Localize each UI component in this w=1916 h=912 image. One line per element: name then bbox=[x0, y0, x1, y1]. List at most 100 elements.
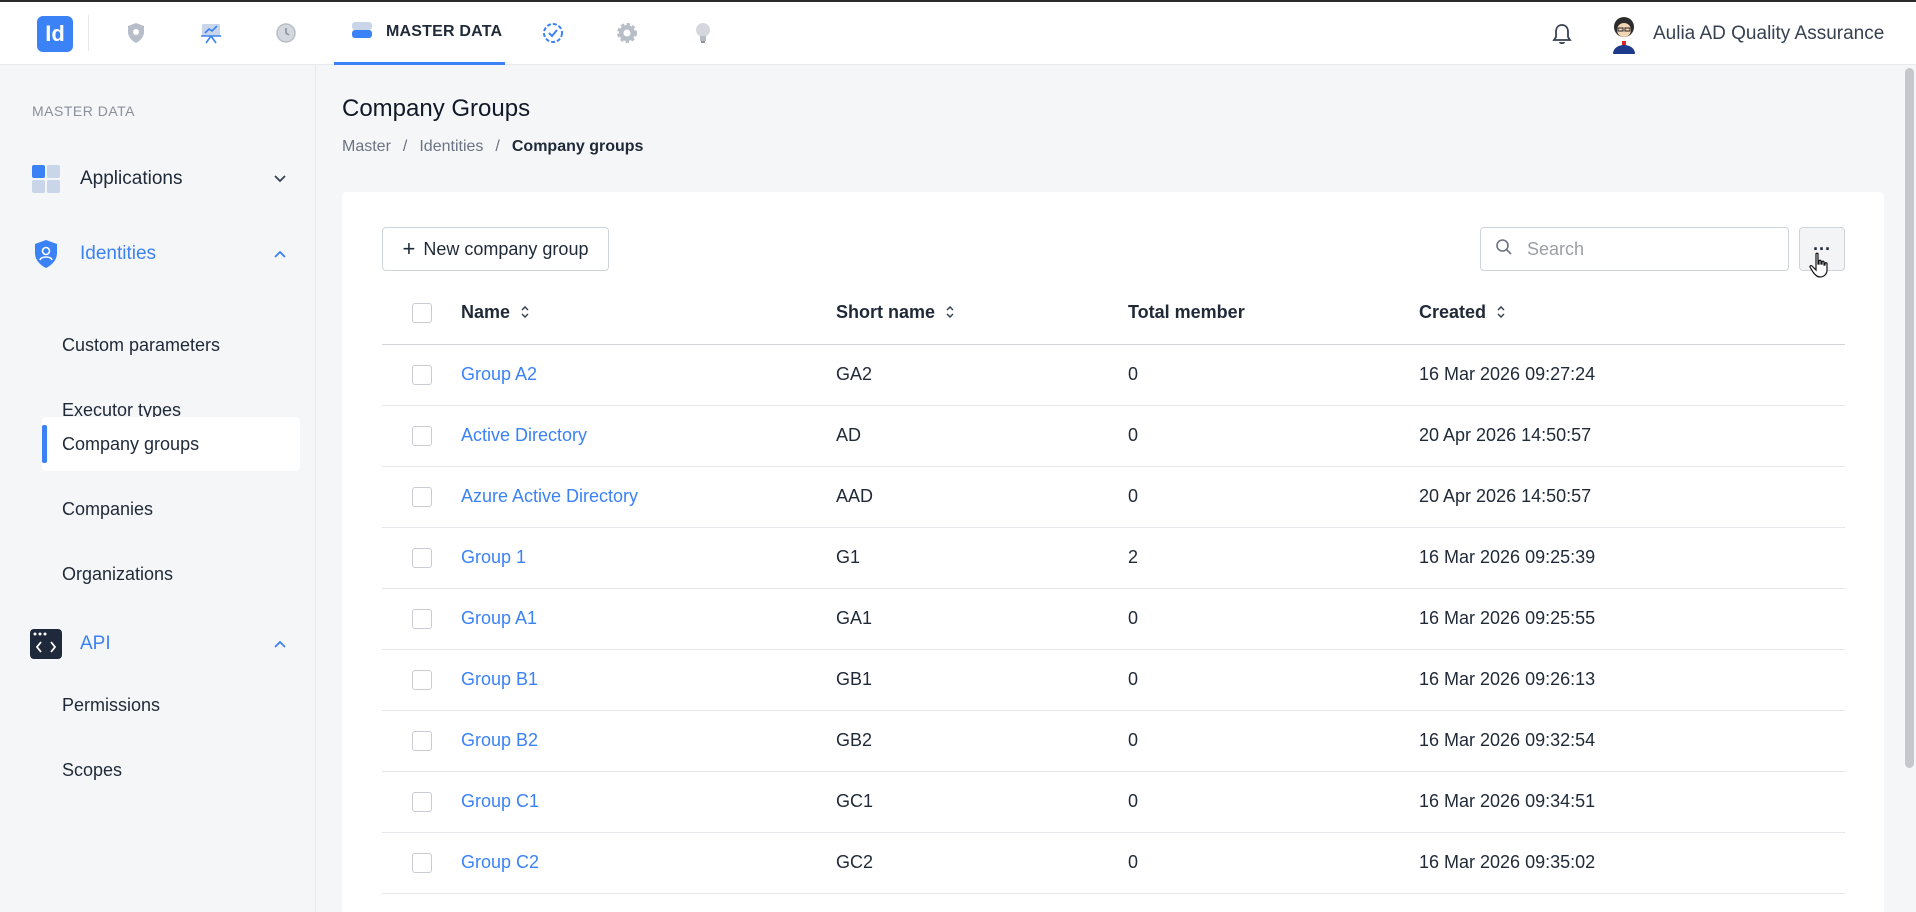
sidebar-group-identities[interactable]: Identities bbox=[30, 234, 290, 274]
breadcrumb-identities[interactable]: Identities bbox=[419, 138, 483, 156]
avatar[interactable] bbox=[1605, 14, 1643, 54]
cell-total-member: 0 bbox=[1128, 832, 1419, 894]
cell-created: 16 Mar 2026 09:26:13 bbox=[1419, 649, 1845, 711]
gear-icon[interactable] bbox=[614, 20, 640, 46]
sidebar: MASTER DATA Applications Identities Cust… bbox=[0, 65, 316, 912]
row-checkbox-cell bbox=[382, 466, 461, 528]
header-total-member: Total member bbox=[1128, 282, 1419, 345]
cell-short-name: G1 bbox=[836, 527, 1128, 589]
app-page: Id MASTER DATA Aulia AD Quality Assuranc… bbox=[0, 0, 1916, 912]
select-all-checkbox[interactable] bbox=[412, 303, 432, 324]
row-checkbox-cell bbox=[382, 832, 461, 894]
sort-icon[interactable] bbox=[520, 303, 530, 324]
database-icon bbox=[350, 19, 374, 46]
table-row: Group C2 GC2 0 16 Mar 2026 09:35:02 bbox=[382, 832, 1845, 894]
sidebar-group-label: Applications bbox=[80, 168, 183, 189]
new-company-group-label: New company group bbox=[423, 238, 589, 259]
group-name-link[interactable]: Group C1 bbox=[461, 791, 539, 811]
row-checkbox[interactable] bbox=[412, 365, 432, 386]
cell-total-member: 0 bbox=[1128, 466, 1419, 528]
cell-name: Group 1 bbox=[461, 527, 836, 589]
sidebar-group-api[interactable]: API bbox=[30, 624, 290, 664]
header-name[interactable]: Name bbox=[461, 282, 836, 345]
sidebar-item-custom-parameters[interactable]: Custom parameters bbox=[42, 318, 300, 372]
cell-short-name: GB1 bbox=[836, 649, 1128, 711]
row-checkbox[interactable] bbox=[412, 731, 432, 752]
apps-grid-icon bbox=[30, 163, 62, 195]
sidebar-item-scopes[interactable]: Scopes bbox=[42, 743, 300, 797]
sort-icon[interactable] bbox=[1496, 303, 1506, 324]
group-name-link[interactable]: Group A2 bbox=[461, 364, 537, 384]
lightbulb-icon[interactable] bbox=[690, 20, 716, 46]
cell-total-member: 0 bbox=[1128, 649, 1419, 711]
main-content: Company Groups Master / Identities / Com… bbox=[316, 65, 1916, 912]
top-bar: Id MASTER DATA Aulia AD Quality Assuranc… bbox=[0, 2, 1916, 65]
cell-name: Azure Active Directory bbox=[461, 466, 836, 528]
search-box[interactable] bbox=[1480, 227, 1789, 271]
sidebar-heading: MASTER DATA bbox=[32, 103, 135, 119]
shield-icon[interactable] bbox=[123, 20, 149, 46]
check-badge-icon[interactable] bbox=[540, 20, 566, 46]
cell-created: 16 Mar 2026 09:25:55 bbox=[1419, 588, 1845, 650]
clock-icon[interactable] bbox=[273, 20, 299, 46]
cell-total-member: 2 bbox=[1128, 527, 1419, 589]
table-row: Group C1 GC1 0 16 Mar 2026 09:34:51 bbox=[382, 771, 1845, 833]
group-name-link[interactable]: Group B2 bbox=[461, 730, 538, 750]
cell-created: 16 Mar 2026 09:32:54 bbox=[1419, 710, 1845, 772]
group-name-link[interactable]: Active Directory bbox=[461, 425, 587, 445]
company-groups-table: Name Short name Total member Created Gro… bbox=[382, 282, 1845, 894]
cell-total-member: 0 bbox=[1128, 771, 1419, 833]
sidebar-item-organizations[interactable]: Organizations bbox=[42, 547, 300, 601]
new-company-group-button[interactable]: + New company group bbox=[382, 227, 609, 271]
sidebar-item-company-groups[interactable]: Company groups bbox=[42, 417, 300, 471]
header-short-name[interactable]: Short name bbox=[836, 282, 1128, 345]
sidebar-item-permissions[interactable]: Permissions bbox=[42, 678, 300, 732]
search-input[interactable] bbox=[1527, 238, 1767, 260]
cell-total-member: 0 bbox=[1128, 588, 1419, 650]
cell-short-name: GC1 bbox=[836, 771, 1128, 833]
cell-created: 16 Mar 2026 09:25:39 bbox=[1419, 527, 1845, 589]
table-card: + New company group ··· Name Short n bbox=[342, 192, 1884, 912]
row-checkbox[interactable] bbox=[412, 487, 432, 508]
chevron-up-icon[interactable] bbox=[270, 634, 290, 654]
chevron-up-icon[interactable] bbox=[270, 244, 290, 264]
row-checkbox[interactable] bbox=[412, 548, 432, 569]
hand-cursor-icon bbox=[1809, 252, 1831, 283]
cell-name: Group A1 bbox=[461, 588, 836, 650]
row-checkbox[interactable] bbox=[412, 609, 432, 630]
sidebar-item-companies[interactable]: Companies bbox=[42, 482, 300, 536]
sidebar-group-applications[interactable]: Applications bbox=[30, 159, 290, 199]
bell-icon[interactable] bbox=[1551, 22, 1573, 51]
group-name-link[interactable]: Group B1 bbox=[461, 669, 538, 689]
page-scrollbar[interactable] bbox=[1905, 68, 1914, 768]
breadcrumb-master[interactable]: Master bbox=[342, 138, 391, 156]
header-created[interactable]: Created bbox=[1419, 282, 1845, 345]
breadcrumb-separator: / bbox=[402, 138, 408, 155]
app-logo[interactable]: Id bbox=[37, 16, 73, 52]
chevron-down-icon[interactable] bbox=[270, 169, 290, 189]
sidebar-group-label: Identities bbox=[80, 243, 157, 264]
tab-master-data[interactable]: MASTER DATA bbox=[334, 2, 505, 65]
row-checkbox[interactable] bbox=[412, 853, 432, 874]
group-name-link[interactable]: Group A1 bbox=[461, 608, 537, 628]
table-row: Active Directory AD 0 20 Apr 2026 14:50:57 bbox=[382, 405, 1845, 467]
group-name-link[interactable]: Group 1 bbox=[461, 547, 526, 567]
row-checkbox-cell bbox=[382, 771, 461, 833]
cell-total-member: 0 bbox=[1128, 710, 1419, 772]
row-checkbox[interactable] bbox=[412, 792, 432, 813]
user-name[interactable]: Aulia AD Quality Assurance bbox=[1653, 23, 1884, 45]
cell-name: Group C1 bbox=[461, 771, 836, 833]
header-name-label: Name bbox=[461, 301, 511, 322]
cell-name: Group C2 bbox=[461, 832, 836, 894]
presentation-icon[interactable] bbox=[198, 20, 224, 46]
cell-short-name: GB2 bbox=[836, 710, 1128, 772]
table-row: Group B1 GB1 0 16 Mar 2026 09:26:13 bbox=[382, 649, 1845, 711]
sort-icon[interactable] bbox=[945, 303, 955, 324]
sidebar-group-label: API bbox=[80, 633, 111, 654]
row-checkbox[interactable] bbox=[412, 426, 432, 447]
row-checkbox[interactable] bbox=[412, 670, 432, 691]
breadcrumb-current: Company groups bbox=[511, 138, 644, 155]
group-name-link[interactable]: Group C2 bbox=[461, 852, 539, 872]
page-title: Company Groups bbox=[342, 95, 531, 122]
group-name-link[interactable]: Azure Active Directory bbox=[461, 486, 638, 506]
